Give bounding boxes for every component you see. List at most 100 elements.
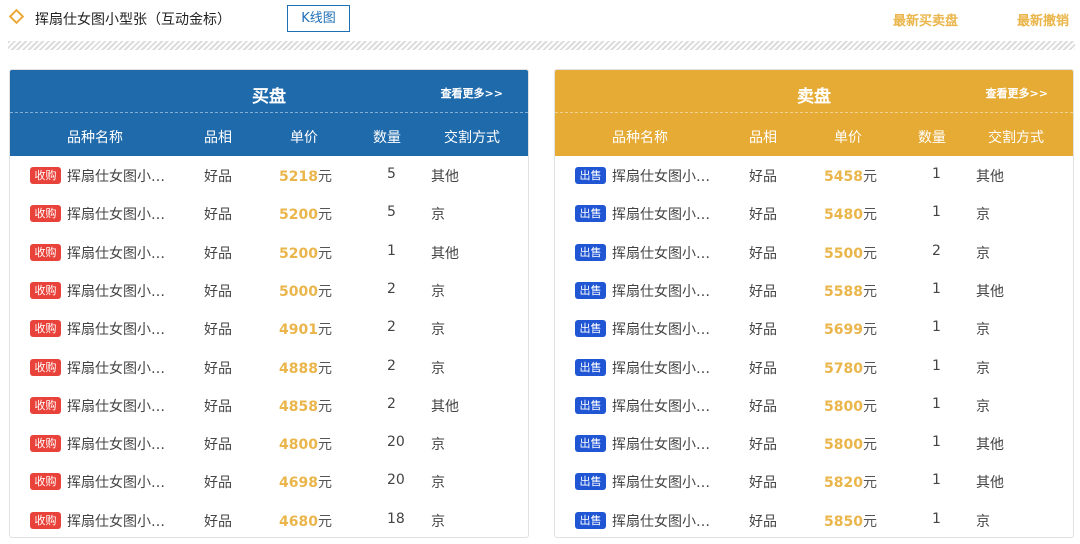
col-header-quality: 品相 — [749, 130, 777, 146]
item-name[interactable]: 挥扇仕女图小… — [67, 166, 165, 186]
price-unit: 元 — [317, 169, 332, 185]
item-price: 5500元 — [824, 243, 877, 263]
col-header-quality: 品相 — [204, 130, 232, 146]
order-badge: 收购 — [30, 243, 61, 261]
item-quality: 好品 — [749, 437, 777, 454]
item-price: 5458元 — [824, 166, 877, 186]
price-unit: 元 — [317, 475, 332, 492]
item-quality: 好品 — [204, 360, 232, 377]
item-name[interactable]: 挥扇仕女图小… — [612, 204, 710, 224]
price-value: 5850 — [824, 513, 863, 530]
table-row[interactable]: 收购 挥扇仕女图小… 好品 4901元 2 京 — [10, 309, 528, 347]
price-value: 4800 — [279, 437, 318, 454]
table-row[interactable]: 收购 挥扇仕女图小… 好品 5000元 2 京 — [10, 271, 528, 309]
table-row[interactable]: 收购 挥扇仕女图小… 好品 4888元 2 京 — [10, 348, 528, 386]
table-row[interactable]: 出售 挥扇仕女图小… 好品 5588元 1 其他 — [555, 271, 1073, 309]
item-name[interactable]: 挥扇仕女图小… — [67, 243, 165, 263]
item-name[interactable]: 挥扇仕女图小… — [67, 511, 165, 531]
kline-button[interactable]: K线图 — [287, 5, 350, 32]
table-row[interactable]: 收购 挥扇仕女图小… 好品 4680元 18 京 — [10, 501, 528, 537]
table-row[interactable]: 出售 挥扇仕女图小… 好品 5480元 1 京 — [555, 194, 1073, 232]
table-row[interactable]: 出售 挥扇仕女图小… 好品 5699元 1 京 — [555, 309, 1073, 347]
page-title: 挥扇仕女图小型张（互动金标） — [35, 12, 231, 28]
item-price: 5699元 — [824, 319, 877, 339]
item-delivery: 京 — [976, 245, 990, 262]
table-row[interactable]: 收购 挥扇仕女图小… 好品 5200元 1 其他 — [10, 233, 528, 271]
latest-cancel-link[interactable]: 最新撤销 — [1017, 10, 1069, 29]
item-quality: 好品 — [749, 283, 777, 300]
order-badge: 出售 — [575, 320, 606, 338]
item-name[interactable]: 挥扇仕女图小… — [67, 204, 165, 224]
table-row[interactable]: 出售 挥扇仕女图小… 好品 5458元 1 其他 — [555, 156, 1073, 194]
item-name[interactable]: 挥扇仕女图小… — [67, 319, 165, 339]
item-delivery: 京 — [976, 360, 990, 377]
item-name[interactable]: 挥扇仕女图小… — [612, 166, 710, 186]
item-price: 5000元 — [279, 281, 332, 301]
table-row[interactable]: 收购 挥扇仕女图小… 好品 5218元 5 其他 — [10, 156, 528, 194]
buy-more-link[interactable]: 查看更多>> — [441, 85, 503, 101]
item-delivery: 其他 — [431, 169, 459, 185]
table-row[interactable]: 出售 挥扇仕女图小… 好品 5800元 1 京 — [555, 386, 1073, 424]
item-delivery: 其他 — [976, 283, 1004, 300]
item-name[interactable]: 挥扇仕女图小… — [612, 243, 710, 263]
order-badge: 出售 — [575, 167, 606, 184]
item-quality: 好品 — [204, 513, 232, 530]
header-divider — [10, 112, 528, 113]
order-badge: 收购 — [30, 358, 61, 376]
divider-stripe — [8, 41, 1075, 50]
item-delivery: 京 — [976, 207, 990, 224]
item-price: 5800元 — [824, 434, 877, 454]
table-row[interactable]: 出售 挥扇仕女图小… 好品 5820元 1 其他 — [555, 462, 1073, 500]
item-price: 4800元 — [279, 434, 332, 454]
table-row[interactable]: 收购 挥扇仕女图小… 好品 5200元 5 京 — [10, 194, 528, 232]
price-unit: 元 — [862, 283, 877, 300]
sell-panel: 卖盘 查看更多>> 品种名称 品相 单价 数量 交割方式 出售 挥扇仕女图小… 好品… — [554, 69, 1074, 538]
item-delivery: 京 — [431, 283, 445, 300]
table-row[interactable]: 收购 挥扇仕女图小… 好品 4698元 20 京 — [10, 462, 528, 500]
table-row[interactable]: 出售 挥扇仕女图小… 好品 5850元 1 京 — [555, 501, 1073, 537]
col-header-price: 单价 — [834, 130, 862, 146]
item-name[interactable]: 挥扇仕女图小… — [67, 434, 165, 454]
price-value: 5458 — [824, 169, 863, 185]
col-header-delivery: 交割方式 — [444, 130, 500, 146]
price-value: 5218 — [279, 169, 318, 185]
item-quality: 好品 — [204, 245, 232, 262]
price-unit: 元 — [317, 322, 332, 339]
item-name[interactable]: 挥扇仕女图小… — [67, 472, 165, 492]
item-name[interactable]: 挥扇仕女图小… — [612, 434, 710, 454]
table-row[interactable]: 收购 挥扇仕女图小… 好品 4800元 20 京 — [10, 424, 528, 462]
item-name[interactable]: 挥扇仕女图小… — [612, 281, 710, 301]
item-name[interactable]: 挥扇仕女图小… — [67, 396, 165, 416]
item-price: 4698元 — [279, 472, 332, 492]
table-row[interactable]: 出售 挥扇仕女图小… 好品 5780元 1 京 — [555, 348, 1073, 386]
price-value: 5200 — [279, 207, 318, 224]
price-value: 5480 — [824, 207, 863, 224]
item-name[interactable]: 挥扇仕女图小… — [612, 358, 710, 378]
buy-panel: 买盘 查看更多>> 品种名称 品相 单价 数量 交割方式 收购 挥扇仕女图小… 好品… — [9, 69, 529, 538]
price-unit: 元 — [862, 207, 877, 224]
item-name[interactable]: 挥扇仕女图小… — [67, 358, 165, 378]
item-delivery: 其他 — [976, 475, 1004, 492]
item-quality: 好品 — [204, 398, 232, 415]
item-quality: 好品 — [749, 169, 777, 185]
item-price: 5850元 — [824, 511, 877, 531]
price-value: 4680 — [279, 513, 318, 530]
buy-panel-header: 买盘 查看更多>> 品种名称 品相 单价 数量 交割方式 — [10, 70, 528, 156]
item-price: 4888元 — [279, 358, 332, 378]
item-price: 5200元 — [279, 243, 332, 263]
item-name[interactable]: 挥扇仕女图小… — [612, 396, 710, 416]
item-name[interactable]: 挥扇仕女图小… — [67, 281, 165, 301]
order-badge: 出售 — [575, 205, 606, 223]
table-row[interactable]: 出售 挥扇仕女图小… 好品 5500元 2 京 — [555, 233, 1073, 271]
item-name[interactable]: 挥扇仕女图小… — [612, 319, 710, 339]
item-price: 4858元 — [279, 396, 332, 416]
price-unit: 元 — [317, 283, 332, 300]
item-name[interactable]: 挥扇仕女图小… — [612, 511, 710, 531]
sell-more-link[interactable]: 查看更多>> — [986, 85, 1048, 101]
table-row[interactable]: 收购 挥扇仕女图小… 好品 4858元 2 其他 — [10, 386, 528, 424]
item-delivery: 京 — [431, 322, 445, 339]
latest-trades-link[interactable]: 最新买卖盘 — [893, 10, 958, 29]
item-name[interactable]: 挥扇仕女图小… — [612, 472, 710, 492]
order-badge: 出售 — [575, 511, 606, 529]
table-row[interactable]: 出售 挥扇仕女图小… 好品 5800元 1 其他 — [555, 424, 1073, 462]
